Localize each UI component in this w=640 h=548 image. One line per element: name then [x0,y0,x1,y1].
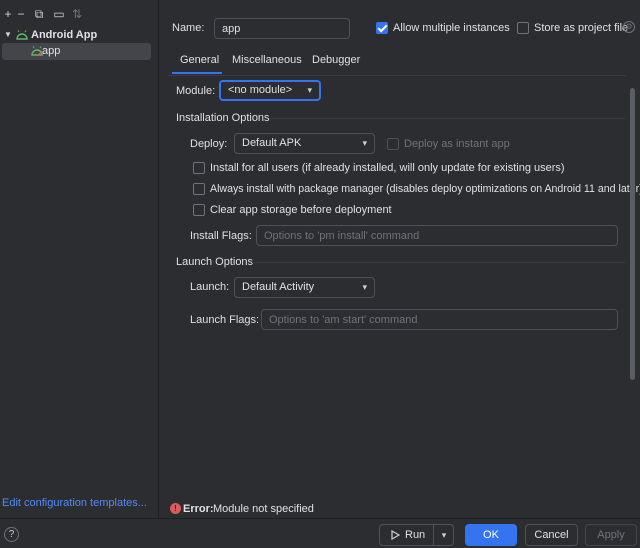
run-button[interactable]: Run [380,525,433,545]
store-project-label: Store as project file [534,22,629,34]
error-prefix: Error: [183,503,214,515]
deploy-label: Deploy: [190,138,228,150]
instant-app-label: Deploy as instant app [404,138,510,150]
copy-icon[interactable]: ⧉ [31,6,47,22]
section-divider [270,118,625,119]
apply-button[interactable]: Apply [585,524,637,546]
deploy-value: Default APK [242,137,302,149]
section-divider [252,262,625,263]
tab-general[interactable]: General [172,52,222,74]
install-all-users-label: Install for all users (if already instal… [210,162,565,174]
chevron-down-icon: ▾ [307,85,312,95]
tab-miscellaneous[interactable]: Miscellaneous [232,52,302,74]
deploy-combobox[interactable]: Default APK ▾ [234,133,375,154]
configurations-panel: + − ⧉ ▭ ⇅ ▼ Android App app Edit configu… [0,0,159,518]
help-button[interactable]: ? [4,527,19,542]
chevron-down-icon: ▾ [362,138,367,148]
store-project-checkbox[interactable] [517,22,529,34]
android-icon [16,30,28,40]
launch-options-heading: Launch Options [176,256,254,268]
dialog-footer: ? Run ▾ OK Cancel Apply [0,518,640,548]
instant-app-checkbox[interactable] [387,138,399,150]
launch-flags-label: Launch Flags: [190,314,260,326]
run-label: Run [405,529,426,541]
allow-multiple-label: Allow multiple instances [393,22,510,34]
always-install-label: Always install with package manager (dis… [210,183,640,195]
chevron-down-icon: ▾ [362,282,367,292]
error-icon: ! [170,503,181,514]
installation-options-heading: Installation Options [176,112,270,124]
play-icon [391,530,400,540]
configuration-editor: Name: Allow multiple instances Store as … [160,0,640,518]
run-options-chevron-icon[interactable]: ▾ [434,525,454,545]
module-combobox[interactable]: <no module> ▾ [219,80,321,101]
folder-icon[interactable]: ▭ [51,6,67,22]
tree-item-android-app[interactable]: ▼ Android App [0,27,159,44]
ok-button[interactable]: OK [465,524,517,546]
tab-debugger[interactable]: Debugger [312,52,362,74]
error-text: Module not specified [213,503,314,515]
allow-multiple-checkbox[interactable] [376,22,388,34]
tree-item-app[interactable]: app [2,43,151,60]
cancel-button[interactable]: Cancel [525,524,578,546]
name-field[interactable] [214,18,350,39]
gear-icon[interactable]: ⚙ [623,21,635,33]
error-message: ! Error: Module not specified [160,500,640,518]
always-install-checkbox[interactable] [193,183,205,195]
launch-combobox[interactable]: Default Activity ▾ [234,277,375,298]
install-flags-label: Install Flags: [190,230,252,242]
name-label: Name: [172,22,205,34]
remove-icon[interactable]: − [13,6,29,22]
module-value: <no module> [228,84,293,96]
clear-storage-checkbox[interactable] [193,204,205,216]
launch-flags-field[interactable] [261,309,618,330]
launch-value: Default Activity [242,281,315,293]
scrollbar[interactable] [630,88,635,380]
chevron-down-icon[interactable]: ▼ [4,30,12,39]
edit-templates-link[interactable]: Edit configuration templates... [2,497,147,509]
configurations-toolbar: + − ⧉ ▭ ⇅ [0,4,159,24]
clear-storage-label: Clear app storage before deployment [210,204,392,216]
launch-label: Launch: [190,281,230,293]
module-label: Module: [176,85,216,97]
tree-item-label: app [42,45,61,57]
install-flags-field[interactable] [256,225,618,246]
run-button-group: Run ▾ [379,524,454,546]
tabs-divider [168,75,626,76]
sort-icon[interactable]: ⇅ [69,6,85,22]
tree-item-label: Android App [31,29,98,41]
install-all-users-checkbox[interactable] [193,162,205,174]
